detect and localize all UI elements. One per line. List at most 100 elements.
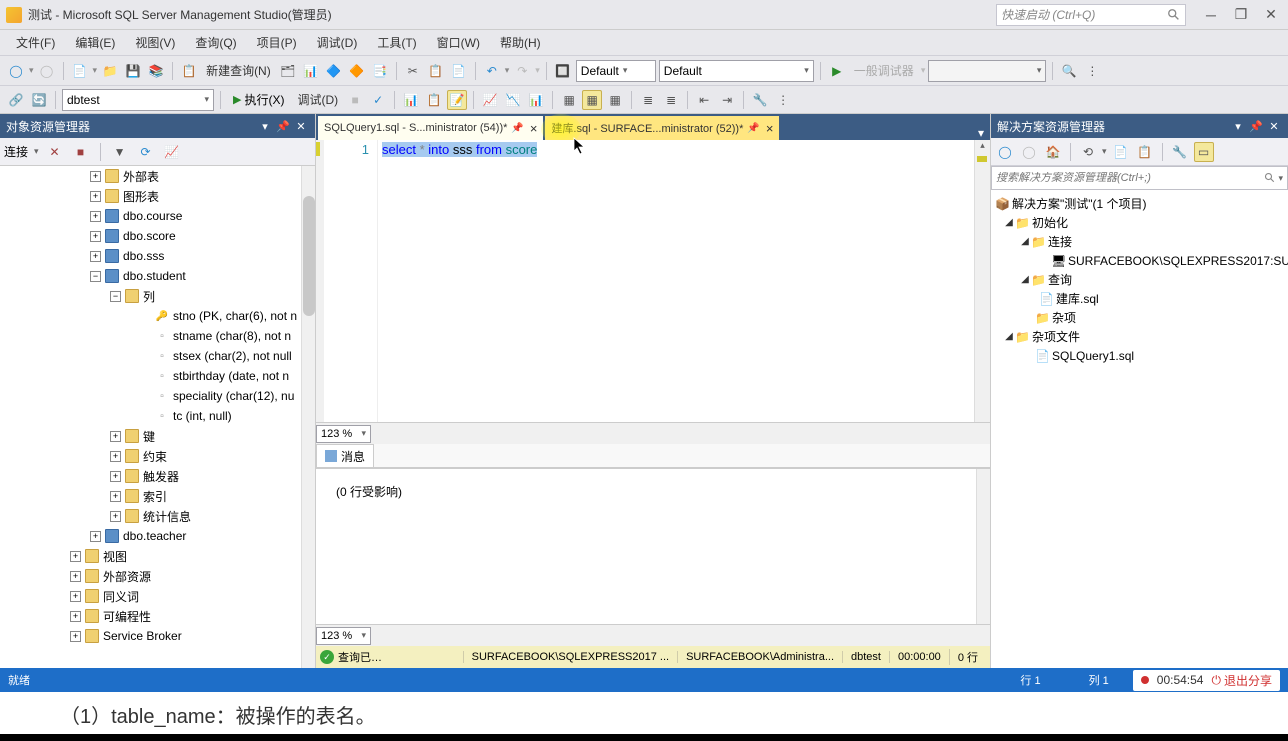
tree-table[interactable]: dbo.student <box>123 269 186 283</box>
panel-dropdown-icon[interactable]: ▾ <box>257 118 273 134</box>
back-icon[interactable]: ◯ <box>6 61 26 81</box>
zoom-selector[interactable]: 123 %▾ <box>316 425 371 443</box>
tree-folder[interactable]: 外部表 <box>123 168 159 185</box>
editor-scrollbar[interactable]: ▴ <box>974 140 990 422</box>
sln-root[interactable]: 解决方案"测试"(1 个项目) <box>1012 195 1147 212</box>
sln-file[interactable]: 建库.sql <box>1056 290 1099 307</box>
close-icon[interactable]: × <box>530 121 538 136</box>
refresh-icon[interactable]: ⟳ <box>136 142 156 162</box>
tree-column[interactable]: stname (char(8), not n <box>173 329 291 343</box>
dmx-icon[interactable]: 🔶 <box>347 61 367 81</box>
messages-scrollbar[interactable] <box>976 469 990 624</box>
tree-column[interactable]: speciality (char(12), nu <box>173 389 294 403</box>
parse-icon[interactable]: ✓ <box>368 90 388 110</box>
menu-edit[interactable]: 编辑(E) <box>65 30 125 55</box>
activity-icon[interactable]: 📈 <box>162 142 182 162</box>
open-icon[interactable]: 📁 <box>100 61 120 81</box>
tree-column[interactable]: tc (int, null) <box>173 409 232 423</box>
pin-icon[interactable]: 📌 <box>747 123 759 134</box>
sln-collapse-icon[interactable]: 📋 <box>1135 142 1155 162</box>
analysis-icon[interactable]: 📊 <box>301 61 321 81</box>
messages-panel[interactable]: (0 行受影响) <box>316 468 990 624</box>
undo-icon[interactable]: ↶ <box>482 61 502 81</box>
sln-folder[interactable]: 杂项文件 <box>1032 328 1080 345</box>
copy-icon[interactable]: 📋 <box>426 61 446 81</box>
tree-folder[interactable]: 图形表 <box>123 188 159 205</box>
pin-icon[interactable]: 📌 <box>511 123 523 134</box>
sln-file[interactable]: SQLQuery1.sql <box>1052 349 1134 363</box>
filter-icon[interactable]: ▼ <box>110 142 130 162</box>
sln-home-icon[interactable]: 🏠 <box>1043 142 1063 162</box>
tree-folder[interactable]: 同义词 <box>103 588 139 605</box>
panel-pin-icon[interactable]: 📌 <box>275 118 291 134</box>
results-file-icon[interactable]: ▦ <box>605 90 625 110</box>
maximize-button[interactable]: ❐ <box>1230 4 1252 26</box>
actual-plan-icon[interactable]: 📈 <box>480 90 500 110</box>
exit-share-button[interactable]: ⏻退出分享 <box>1211 672 1272 689</box>
indent-more-icon[interactable]: ⇥ <box>717 90 737 110</box>
close-icon[interactable]: × <box>766 121 774 136</box>
connect-label[interactable]: 连接 <box>4 143 28 160</box>
tree-folder[interactable]: 视图 <box>103 548 127 565</box>
tab-sqlquery1[interactable]: SQLQuery1.sql - S...ministrator (54))*📌× <box>318 116 543 140</box>
paste-icon[interactable]: 📄 <box>449 61 469 81</box>
results-grid-icon[interactable]: ▦ <box>582 90 602 110</box>
minimize-button[interactable]: ─ <box>1200 4 1222 26</box>
new-icon[interactable]: 📄 <box>70 61 90 81</box>
tree-folder[interactable]: 触发器 <box>143 468 179 485</box>
comment-icon[interactable]: ≣ <box>638 90 658 110</box>
properties-icon[interactable]: 🔲 <box>553 61 573 81</box>
xmla-icon[interactable]: 📑 <box>370 61 390 81</box>
live-stats-icon[interactable]: 📉 <box>503 90 523 110</box>
tree-column[interactable]: stno (PK, char(6), not n <box>173 309 297 323</box>
tree-folder[interactable]: 列 <box>143 288 155 305</box>
mdx-icon[interactable]: 🔷 <box>324 61 344 81</box>
panel-close-icon[interactable]: ✕ <box>293 118 309 134</box>
query-options-icon[interactable]: 📋 <box>424 90 444 110</box>
disconnect-icon[interactable]: ✕ <box>45 142 65 162</box>
tree-table[interactable]: dbo.course <box>123 209 182 223</box>
close-button[interactable]: ✕ <box>1260 4 1282 26</box>
execute-button[interactable]: ▶执行(X) <box>227 89 290 111</box>
new-query-icon[interactable]: 📋 <box>179 61 199 81</box>
estimated-plan-icon[interactable]: 📊 <box>401 90 421 110</box>
cut-icon[interactable]: ✂ <box>403 61 423 81</box>
debug-button[interactable]: 调试(D) <box>293 91 342 108</box>
sln-sync-icon[interactable]: ⟲ <box>1078 142 1098 162</box>
tree-folder[interactable]: Service Broker <box>103 629 182 643</box>
sln-preview-icon[interactable]: ▭ <box>1194 142 1214 162</box>
panel-close-icon[interactable]: ✕ <box>1266 118 1282 134</box>
solution-search[interactable]: ▾ <box>991 166 1288 190</box>
solution-tree[interactable]: 📦解决方案"测试"(1 个项目) ◢📁初始化 ◢📁连接 🖥SURFACEBOOK… <box>991 190 1288 668</box>
specify-values-icon[interactable]: 🔧 <box>750 90 770 110</box>
sln-connection[interactable]: SURFACEBOOK\SQLEXPRESS2017:SU <box>1068 254 1288 268</box>
tree-table[interactable]: dbo.score <box>123 229 176 243</box>
tree-folder[interactable]: 约束 <box>143 448 167 465</box>
quick-launch-input[interactable]: 快速启动 (Ctrl+Q) <box>996 4 1186 26</box>
menu-project[interactable]: 项目(P) <box>247 30 307 55</box>
database-selector[interactable]: dbtest▾ <box>62 89 214 111</box>
solution-search-input[interactable] <box>996 172 1264 184</box>
tree-folder[interactable]: 索引 <box>143 488 167 505</box>
sln-folder[interactable]: 连接 <box>1048 233 1072 250</box>
sln-showall-icon[interactable]: 📄 <box>1111 142 1131 162</box>
sln-back-icon[interactable]: ◯ <box>995 142 1015 162</box>
change-conn-icon[interactable]: 🔄 <box>29 90 49 110</box>
menu-help[interactable]: 帮助(H) <box>490 30 551 55</box>
db-query-icon[interactable]: 🗂 <box>278 61 298 81</box>
config-combo-1[interactable]: Default▾ <box>576 60 656 82</box>
tree-column[interactable]: stsex (char(2), not null <box>173 349 292 363</box>
more-icon-2[interactable]: ⋮ <box>773 90 793 110</box>
uncomment-icon[interactable]: ≣ <box>661 90 681 110</box>
connect-icon[interactable]: 🔗 <box>6 90 26 110</box>
save-all-icon[interactable]: 📚 <box>146 61 166 81</box>
more-icon[interactable]: ⋮ <box>1082 61 1102 81</box>
client-stats-icon[interactable]: 📊 <box>526 90 546 110</box>
sql-editor[interactable]: 1 select * into sss from score ▴ <box>316 140 990 422</box>
sln-folder[interactable]: 查询 <box>1048 271 1072 288</box>
results-text-icon[interactable]: ▦ <box>559 90 579 110</box>
tabs-dropdown-icon[interactable]: ▾ <box>972 126 990 140</box>
menu-window[interactable]: 窗口(W) <box>427 30 490 55</box>
intellisense-icon[interactable]: 📝 <box>447 90 467 110</box>
menu-query[interactable]: 查询(Q) <box>185 30 246 55</box>
